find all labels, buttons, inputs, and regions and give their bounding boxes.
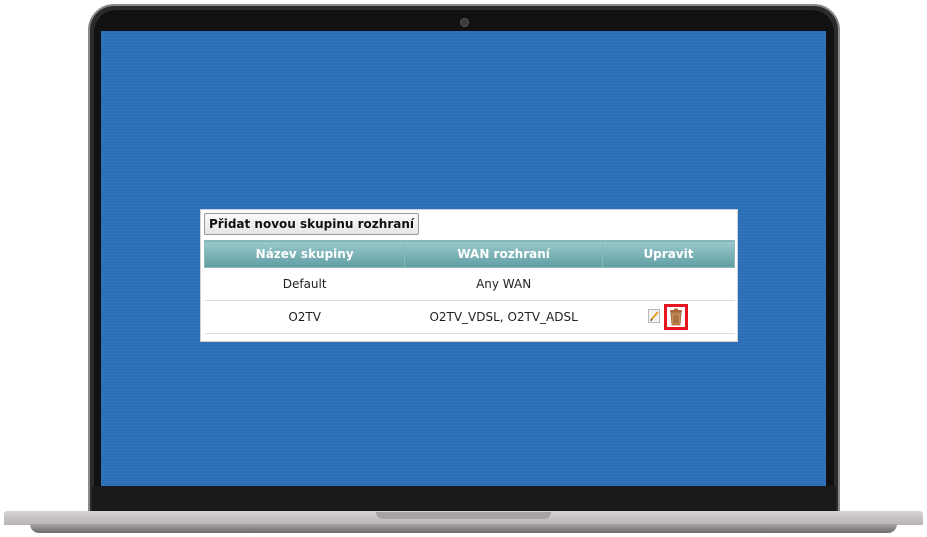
trash-icon[interactable] — [669, 308, 683, 326]
table-header-row: Název skupiny WAN rozhraní Upravit — [203, 240, 736, 268]
group-name-cell: O2TV — [204, 300, 405, 334]
wan-interface-cell: Any WAN — [404, 267, 603, 301]
table-row: Default Any WAN — [204, 267, 735, 301]
add-interface-group-button[interactable]: Přidat novou skupinu rozhraní — [204, 213, 419, 235]
column-header-edit: Upravit — [601, 240, 736, 268]
laptop-hinge — [92, 486, 836, 512]
pencil-icon[interactable] — [648, 308, 661, 326]
screen: Přidat novou skupinu rozhraní Název skup… — [101, 31, 826, 486]
row-actions — [648, 304, 689, 330]
interface-groups-table: Název skupiny WAN rozhraní Upravit Defau… — [203, 240, 736, 334]
wan-interface-cell: O2TV_VDSL, O2TV_ADSL — [404, 300, 603, 334]
laptop-base-lip — [30, 524, 897, 533]
interface-groups-panel: Přidat novou skupinu rozhraní Název skup… — [200, 209, 738, 342]
actions-cell — [602, 267, 735, 301]
delete-highlight — [664, 304, 689, 330]
camera-icon — [460, 18, 469, 27]
table-row: O2TV O2TV_VDSL, O2TV_ADSL — [204, 300, 735, 334]
column-header-wan-interface: WAN rozhraní — [404, 240, 603, 268]
column-header-group-name: Název skupiny — [203, 240, 406, 268]
laptop-notch — [376, 512, 551, 519]
group-name-cell: Default — [204, 267, 405, 301]
actions-cell — [602, 300, 735, 334]
laptop-frame: Přidat novou skupinu rozhraní Název skup… — [0, 0, 927, 537]
